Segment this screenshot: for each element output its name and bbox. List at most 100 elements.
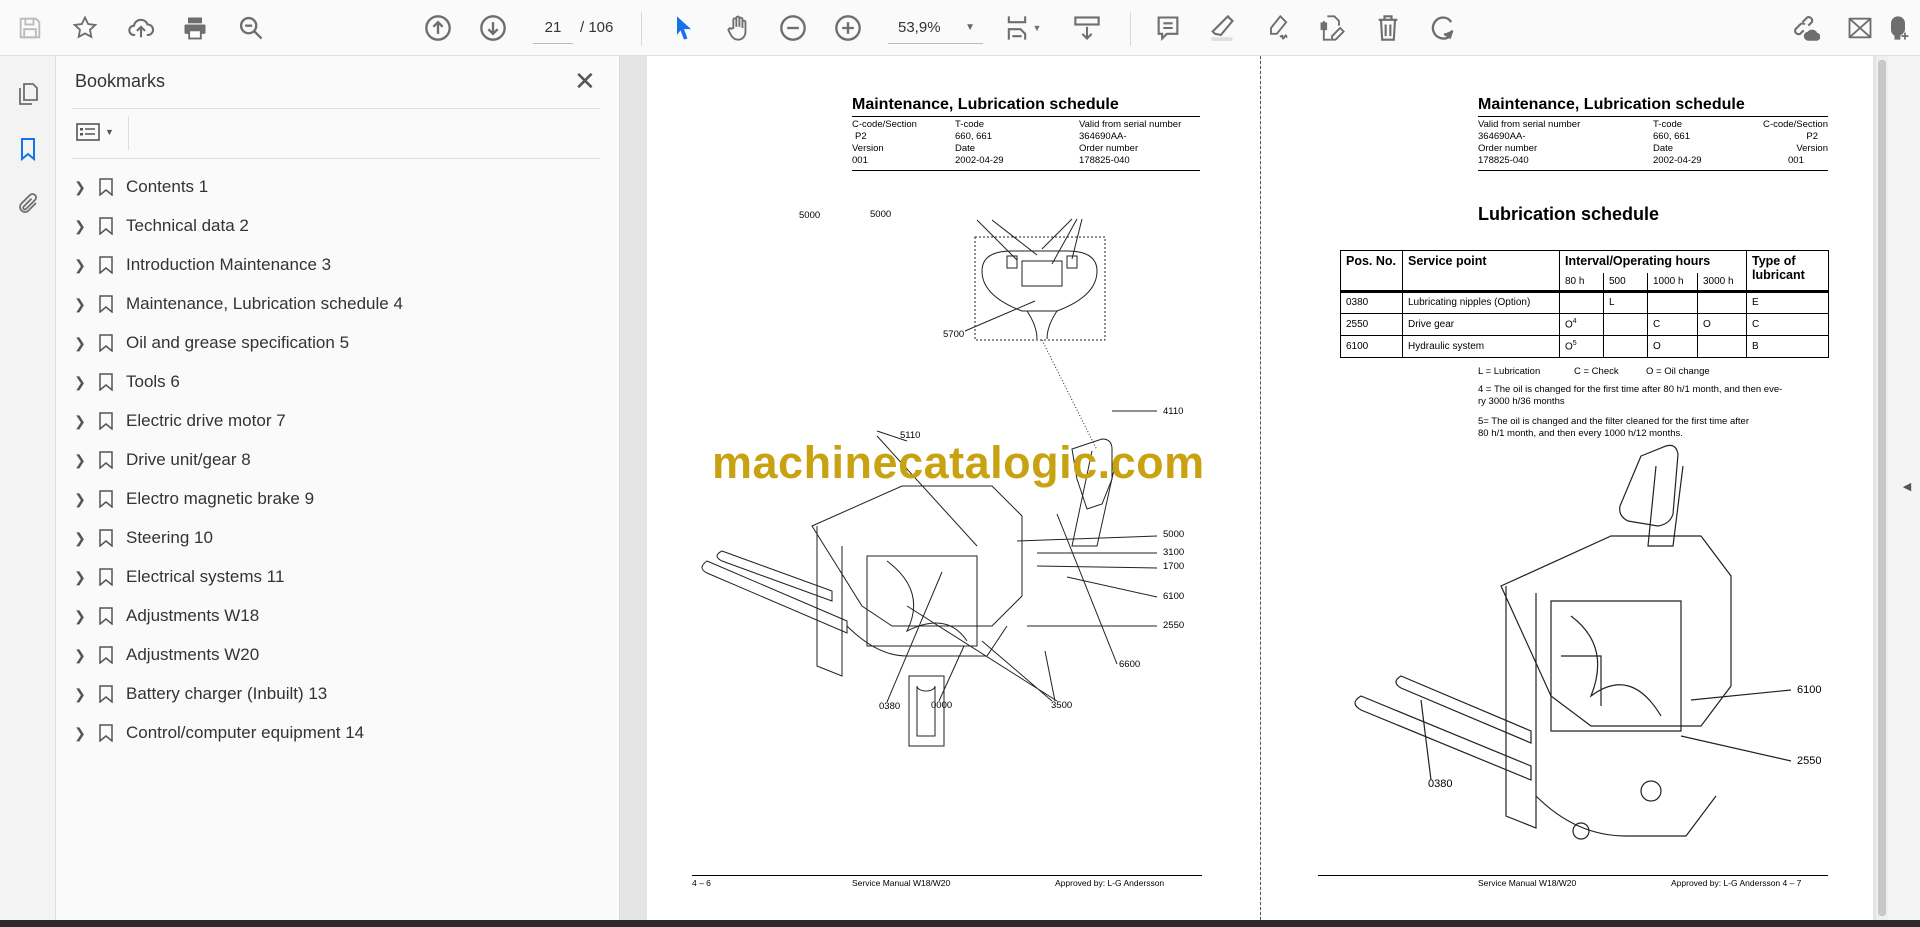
attachments-icon[interactable] (12, 188, 44, 220)
bookmark-label: Oil and grease specification 5 (126, 333, 350, 352)
chevron-right-icon[interactable]: ❯ (70, 218, 90, 235)
page-number-input[interactable]: 21 (533, 14, 573, 44)
bookmark-icon (99, 256, 113, 274)
zoom-out-icon[interactable] (777, 12, 809, 44)
page-up-icon[interactable] (422, 12, 454, 44)
bookmark-item[interactable]: ❯ Drive unit/gear 8 (70, 444, 590, 476)
chevron-right-icon[interactable]: ❯ (70, 530, 90, 547)
star-icon[interactable] (69, 12, 101, 44)
email-icon[interactable] (1844, 12, 1876, 44)
bookmark-icon (99, 724, 113, 742)
callout: 6600 (1119, 659, 1141, 670)
bookmark-item[interactable]: ❯ Electric drive motor 7 (70, 405, 590, 437)
footer-approved: Approved by: L-G Andersson (1055, 878, 1165, 888)
bookmark-label: Contents 1 (126, 177, 209, 196)
chevron-right-icon[interactable]: ❯ (70, 296, 90, 313)
page-thumbnails-icon[interactable] (12, 78, 44, 110)
upload-icon[interactable] (125, 12, 157, 44)
divider (128, 116, 129, 150)
callout: 6100 (1797, 684, 1822, 696)
bookmark-icon (99, 295, 113, 313)
bookmark-label: Technical data 2 (126, 216, 249, 235)
share-link-icon[interactable] (1790, 12, 1822, 44)
bookmark-icon (99, 529, 113, 547)
bookmark-label: Tools 6 (126, 372, 180, 391)
zoom-in-icon[interactable] (832, 12, 864, 44)
callout: 5700 (943, 329, 965, 340)
callout: 1700 (1163, 561, 1185, 572)
add-user-icon[interactable] (1882, 12, 1914, 44)
vertical-scrollbar[interactable] (1876, 56, 1888, 920)
expand-right-panel-arrow-icon[interactable]: ◀ (1900, 477, 1914, 497)
bookmark-item[interactable]: ❯ Electro magnetic brake 9 (70, 483, 590, 515)
rotate-icon[interactable] (1427, 12, 1459, 44)
bottom-bar (0, 920, 1920, 927)
scrollbar-thumb[interactable] (1878, 60, 1886, 916)
divider (1130, 12, 1131, 46)
bookmark-item[interactable]: ❯ Oil and grease specification 5 (70, 327, 590, 359)
bookmarks-panel: Bookmarks ✕ ▼ ❯ Contents 1 ❯ Technical data… (56, 56, 620, 920)
edit-pdf-icon[interactable] (1316, 12, 1348, 44)
bookmark-label: Control/computer equipment 14 (126, 723, 365, 742)
chevron-right-icon[interactable]: ❯ (70, 179, 90, 196)
chevron-right-icon[interactable]: ❯ (70, 608, 90, 625)
chevron-right-icon[interactable]: ❯ (70, 413, 90, 430)
delete-icon[interactable] (1372, 12, 1404, 44)
callout: 3100 (1163, 547, 1185, 558)
chevron-right-icon[interactable]: ❯ (70, 491, 90, 508)
chevron-down-icon: ▼ (105, 127, 114, 137)
callout: 0000 (931, 700, 953, 711)
bookmark-icon (99, 451, 113, 469)
chevron-right-icon[interactable]: ❯ (70, 725, 90, 742)
panel-title: Bookmarks (75, 71, 166, 91)
chevron-right-icon[interactable]: ❯ (70, 257, 90, 274)
chevron-right-icon[interactable]: ❯ (70, 335, 90, 352)
callout: 2550 (1797, 755, 1822, 767)
print-icon[interactable] (179, 12, 211, 44)
zoom-level-dropdown[interactable]: 53,9% ▼ (888, 14, 983, 44)
bookmark-label: Maintenance, Lubrication schedule 4 (126, 294, 403, 313)
fit-page-icon[interactable] (1001, 12, 1033, 44)
bookmark-item[interactable]: ❯ Introduction Maintenance 3 (70, 249, 590, 281)
select-cursor-icon[interactable] (668, 12, 700, 44)
callout: 5000 (1163, 529, 1185, 540)
callout: 6100 (1163, 591, 1185, 602)
page-total: / 106 (580, 19, 614, 36)
bookmarks-icon[interactable] (12, 133, 44, 165)
bookmark-item[interactable]: ❯ Adjustments W18 (70, 600, 590, 632)
chevron-down-icon: ▼ (965, 22, 975, 33)
bookmark-icon (99, 568, 113, 586)
chevron-right-icon[interactable]: ❯ (70, 686, 90, 703)
bookmark-item[interactable]: ❯ Maintenance, Lubrication schedule 4 (70, 288, 590, 320)
bookmark-item[interactable]: ❯ Battery charger (Inbuilt) 13 (70, 678, 590, 710)
page-down-icon[interactable] (477, 12, 509, 44)
bookmark-icon (99, 490, 113, 508)
chevron-right-icon[interactable]: ❯ (70, 374, 90, 391)
bookmark-options-button[interactable]: ▼ (76, 118, 126, 146)
search-zoom-icon[interactable] (235, 12, 267, 44)
bookmark-item[interactable]: ❯ Contents 1 (70, 171, 590, 203)
chevron-right-icon[interactable]: ❯ (70, 452, 90, 469)
close-icon[interactable]: ✕ (574, 66, 596, 97)
bookmark-item[interactable]: ❯ Electrical systems 11 (70, 561, 590, 593)
chevron-right-icon[interactable]: ❯ (70, 569, 90, 586)
fit-dropdown-chevron-icon[interactable]: ▼ (1030, 12, 1044, 44)
bookmark-item[interactable]: ❯ Tools 6 (70, 366, 590, 398)
bookmark-label: Battery charger (Inbuilt) 13 (126, 684, 328, 703)
hand-icon[interactable] (722, 12, 754, 44)
bookmark-item[interactable]: ❯ Steering 10 (70, 522, 590, 554)
comment-icon[interactable] (1152, 12, 1184, 44)
save-icon[interactable] (14, 12, 46, 44)
bookmark-label: Drive unit/gear 8 (126, 450, 251, 469)
zoom-level-value: 53,9% (898, 19, 941, 36)
bookmark-item[interactable]: ❯ Adjustments W20 (70, 639, 590, 671)
toolbar: 21 / 106 53,9% ▼ ▼ (0, 0, 1920, 56)
scroll-mode-icon[interactable] (1071, 12, 1103, 44)
highlight-icon[interactable] (1206, 12, 1238, 44)
bookmark-item[interactable]: ❯ Technical data 2 (70, 210, 590, 242)
list-options-icon (76, 123, 100, 141)
pallet-truck-diagram (1354, 444, 1792, 840)
bookmark-item[interactable]: ❯ Control/computer equipment 14 (70, 717, 590, 749)
chevron-right-icon[interactable]: ❯ (70, 647, 90, 664)
sign-icon[interactable] (1262, 12, 1294, 44)
